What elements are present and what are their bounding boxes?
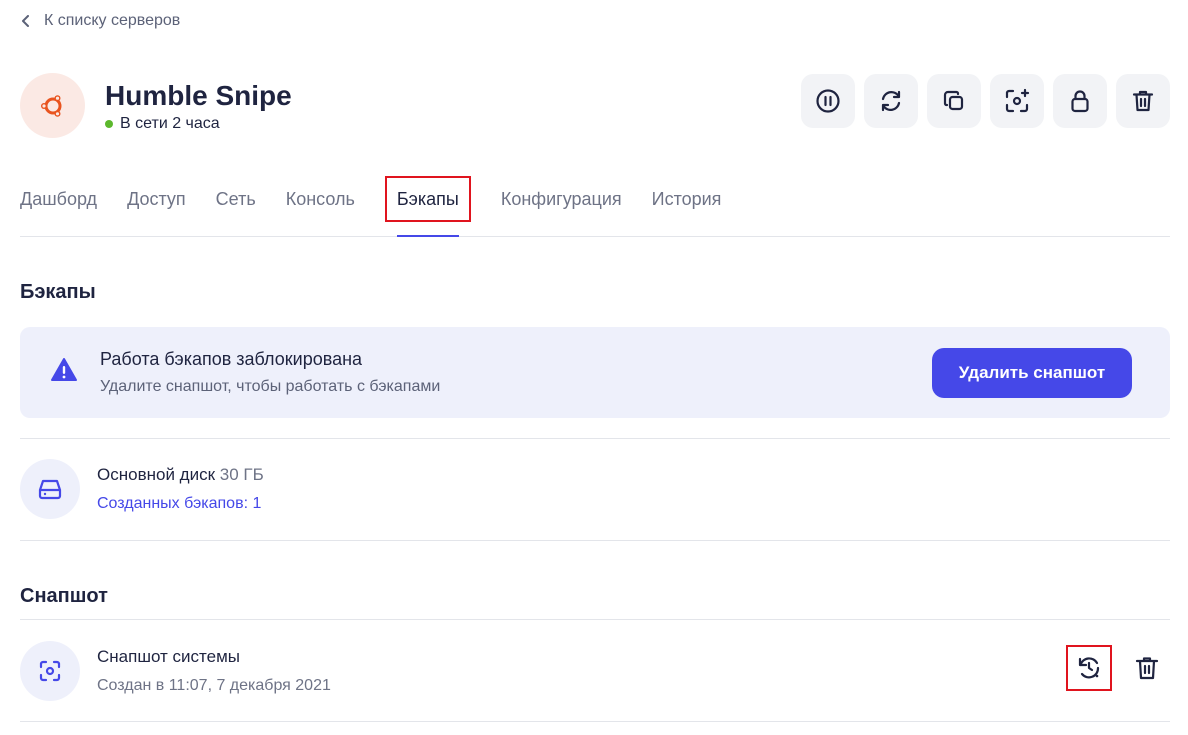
server-status: В сети 2 часа [105,115,292,133]
os-avatar [20,73,85,138]
tab-label: Доступ [127,188,186,209]
divider [20,540,1170,541]
back-link-label: К списку серверов [44,12,181,29]
snapshot-actions [1066,645,1170,691]
tab-history[interactable]: История [652,176,722,222]
trash-icon [1135,657,1159,680]
restore-icon [1078,657,1100,679]
trash-icon [1132,90,1154,112]
hard-drive-icon [38,479,62,500]
disk-row: Основной диск 30 ГБ Созданных бэкапов: 1 [20,459,264,519]
tab-label: Консоль [285,188,355,209]
reboot-button[interactable] [864,74,918,128]
snapshot-add-icon [1005,88,1030,113]
alert-description: Удалите снапшот, чтобы работать с бэкапа… [100,378,441,395]
server-toolbar [801,74,1170,128]
snapshot-icon [39,660,61,682]
pause-icon [816,89,840,113]
tab-access[interactable]: Доступ [127,176,186,222]
tab-backups[interactable]: Бэкапы [384,176,471,237]
delete-snapshot-icon-button[interactable] [1124,645,1170,691]
disk-title: Основной диск 30 ГБ [97,465,264,485]
lock-button[interactable] [1053,74,1107,128]
delete-snapshot-button[interactable]: Удалить снапшот [932,348,1132,398]
tab-active-indicator [396,235,459,237]
pause-button[interactable] [801,74,855,128]
delete-server-button[interactable] [1116,74,1170,128]
divider [20,721,1170,722]
tab-label: Дашборд [20,188,98,209]
tab-label: История [651,188,722,209]
tab-dashboard[interactable]: Дашборд [20,176,97,222]
backups-count-link[interactable]: Созданных бэкапов: 1 [97,495,264,513]
status-online-dot [105,119,113,128]
tab-label: Сеть [215,188,256,209]
snapshot-icon-wrap [20,641,80,701]
server-status-text: В сети 2 часа [120,114,220,132]
ubuntu-icon [40,94,61,117]
disk-name: Основной диск [97,465,216,484]
clone-button[interactable] [927,74,981,128]
tab-highlight-box [384,176,471,222]
copy-icon [943,90,964,111]
chevron-left-icon [22,15,29,27]
snapshot-created: Создан в 11:07, 7 декабря 2021 [97,677,331,694]
back-to-servers-link[interactable]: К списку серверов [20,12,180,30]
snapshot-section-title: Снапшот [20,585,108,607]
warning-icon [51,358,77,381]
divider [20,438,1170,439]
tab-configuration[interactable]: Конфигурация [501,176,622,222]
tab-network[interactable]: Сеть [216,176,256,222]
tab-console[interactable]: Консоль [286,176,355,222]
snapshot-row: Снапшот системы Создан в 11:07, 7 декабр… [20,641,331,701]
disk-size: 30 ГБ [219,465,264,484]
restore-snapshot-button[interactable] [1066,645,1112,691]
backups-section-title: Бэкапы [20,281,96,303]
reload-icon [881,90,901,112]
snapshot-name: Снапшот системы [97,647,241,666]
server-tabs: Дашборд Доступ Сеть Консоль Бэкапы Конфи… [20,176,1170,237]
divider [20,619,1170,620]
backups-blocked-alert: Работа бэкапов заблокирована Удалите сна… [20,327,1170,418]
server-header: Humble Snipe В сети 2 часа [20,73,292,138]
server-name: Humble Snipe [105,79,292,111]
alert-title: Работа бэкапов заблокирована [100,349,363,369]
disk-icon-wrap [20,459,80,519]
tab-label: Конфигурация [500,188,622,209]
lock-icon [1071,90,1089,113]
alert-icon-wrap [50,356,78,389]
create-snapshot-button[interactable] [990,74,1044,128]
